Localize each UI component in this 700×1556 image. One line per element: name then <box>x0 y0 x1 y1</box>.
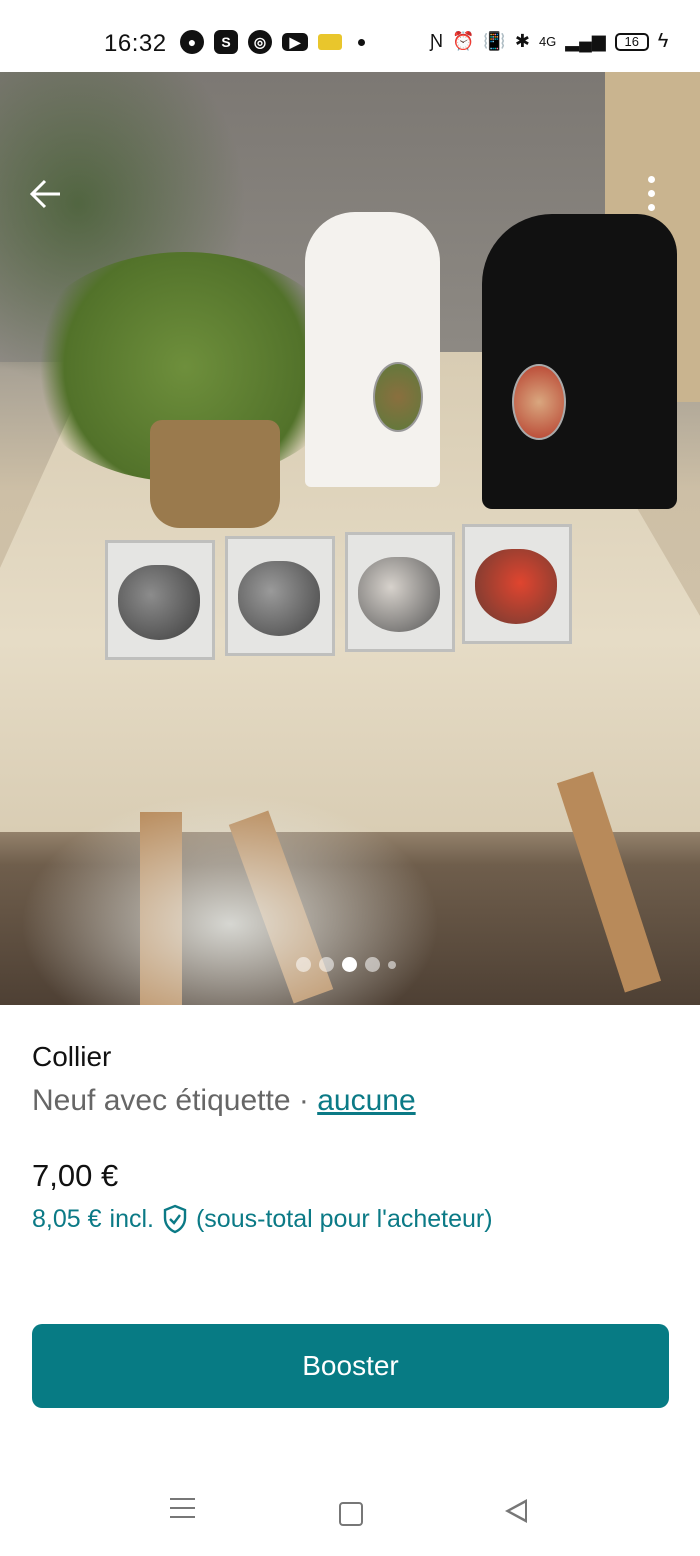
back-arrow-icon[interactable] <box>28 177 62 218</box>
status-bar: 16:32 ● S ◎ ▶ Ɲ ⏰ 📳 ✱ 4G ▂▄▆ 16 ϟ <box>0 0 700 72</box>
charging-icon: ϟ <box>657 30 669 52</box>
separator: · <box>298 1084 309 1117</box>
item-subtitle: Neuf avec étiquette · aucune <box>32 1084 416 1118</box>
photo-plant-pot <box>150 420 280 528</box>
vibrate-icon: 📳 <box>483 31 506 51</box>
photo-box <box>105 540 215 660</box>
carousel-dot[interactable] <box>296 957 311 972</box>
carousel-dot-active[interactable] <box>342 957 357 972</box>
battery-icon: 16 <box>614 32 649 51</box>
carousel-dot[interactable] <box>365 957 380 972</box>
item-condition: Neuf avec étiquette <box>32 1084 291 1117</box>
bluetooth-icon: ✱ <box>514 31 530 51</box>
chat-icon: ● <box>180 30 204 54</box>
signal-bars-icon: ▂▄▆ <box>565 31 606 51</box>
s-app-icon: S <box>214 30 238 54</box>
photo-box <box>225 536 335 656</box>
app-icon: ◎ <box>248 30 272 54</box>
battery-level: 16 <box>624 34 639 49</box>
back-icon[interactable] <box>505 1499 527 1523</box>
alarm-icon: ⏰ <box>452 31 475 51</box>
carousel-dot[interactable] <box>319 957 334 972</box>
price-incl-label: incl. <box>109 1204 154 1233</box>
item-price: 7,00 € <box>32 1158 119 1193</box>
photo-bust-white <box>305 212 440 487</box>
carousel-indicator[interactable] <box>296 957 396 972</box>
photo-bust-black <box>482 214 677 509</box>
item-photo[interactable] <box>0 72 700 1005</box>
price-incl-amount: 8,05 € <box>32 1204 102 1233</box>
signal-icon: 4G <box>538 34 557 49</box>
more-vert-icon[interactable] <box>648 176 655 211</box>
photo-bags <box>20 792 440 1005</box>
shield-check-icon <box>163 1204 187 1234</box>
photo-pendant-green <box>373 362 423 432</box>
app-yellow-icon <box>318 34 342 50</box>
photo-pendant <box>358 557 440 632</box>
youtube-icon: ▶ <box>282 33 308 51</box>
menu-icon[interactable] <box>170 1498 195 1518</box>
booster-button[interactable]: Booster <box>32 1324 669 1408</box>
system-icons: Ɲ ⏰ 📳 ✱ 4G ▂▄▆ 16 ϟ <box>430 30 668 53</box>
photo-box <box>462 524 572 644</box>
photo-pendant <box>118 565 200 640</box>
status-time: 16:32 <box>104 30 167 57</box>
photo-box <box>345 532 455 652</box>
nfc-icon: Ɲ <box>430 31 443 51</box>
notification-icons: ● S ◎ ▶ <box>180 30 365 54</box>
carousel-dot[interactable] <box>388 960 396 969</box>
price-incl-note: (sous-total pour l'acheteur) <box>195 1204 493 1233</box>
photo-pendant <box>475 549 557 624</box>
photo-pendant-red <box>512 364 566 440</box>
price-incl-row[interactable]: 8,05 € incl. (sous-total pour l'acheteur… <box>32 1204 493 1234</box>
home-icon[interactable] <box>339 1502 363 1526</box>
photo-pendant <box>238 561 320 636</box>
item-title: Collier <box>32 1041 112 1072</box>
brand-link[interactable]: aucune <box>317 1084 415 1117</box>
dot-icon <box>358 38 365 46</box>
